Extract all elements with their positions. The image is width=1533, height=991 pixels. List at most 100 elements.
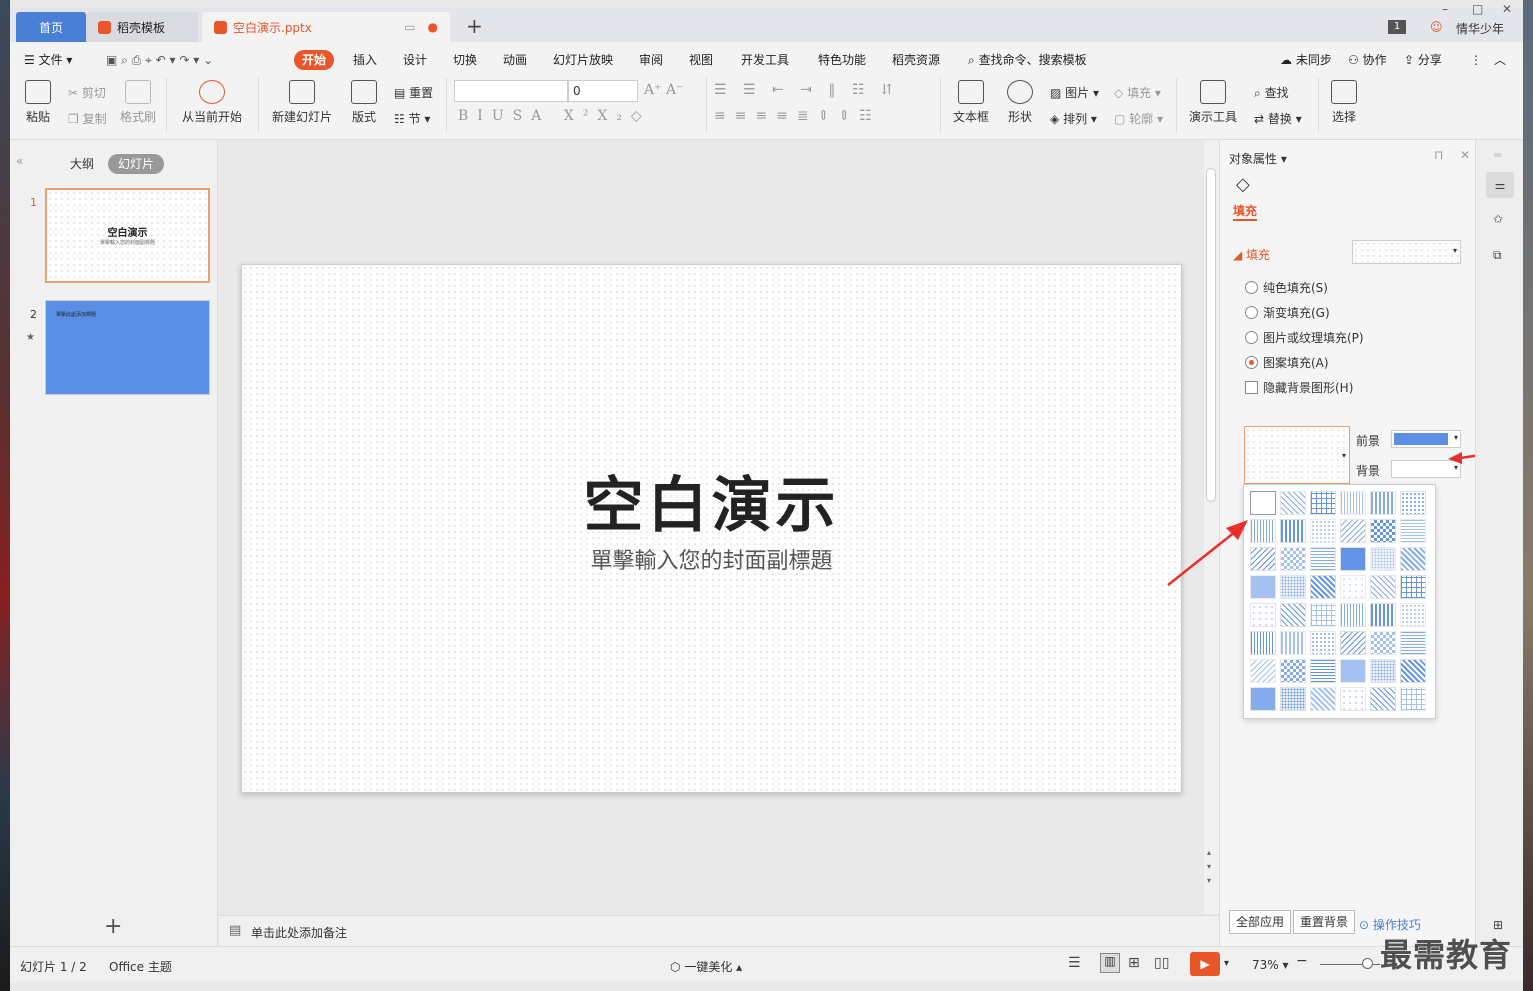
shape-button[interactable]: 形状 [1002,80,1038,125]
panel-title[interactable]: 对象属性 ▾ [1229,150,1287,167]
section-button[interactable]: ☷ 节 ▾ [394,110,430,127]
find-button[interactable]: ⌕ 查找 [1254,84,1289,101]
close-panel-icon[interactable]: ✕ [1460,148,1470,162]
pattern-swatch[interactable] [1250,687,1276,711]
scroll-arrows-icon[interactable]: ▴ ▾ ▾ [1207,846,1211,888]
window-count-badge[interactable]: 1 [1388,20,1406,34]
reset-bg-button[interactable]: 重置背景 [1293,910,1356,934]
command-search[interactable]: ⌕ 查找命令、搜索模板 [968,50,1087,70]
collapse-ribbon-icon[interactable]: ︿ [1494,50,1506,70]
text-format-icons[interactable]: BIUSA X²X₂◇ [458,108,651,124]
menu-transition[interactable]: 切换 [453,50,477,70]
present-tools-button[interactable]: 演示工具 [1184,80,1242,125]
arrange-button[interactable]: ◈ 排列 ▾ [1050,110,1097,127]
pattern-swatch[interactable] [1280,631,1306,655]
layout-button[interactable]: 版式 [346,80,382,125]
pattern-swatch[interactable] [1340,659,1366,683]
star-magic-icon[interactable]: ✩ [1493,212,1503,226]
cut-button[interactable]: ✂ 剪切 [68,84,106,101]
font-name-select[interactable] [454,80,568,102]
user-name[interactable]: 情华少年 [1456,20,1504,37]
menu-animation[interactable]: 动画 [503,50,527,70]
pattern-swatch[interactable] [1340,603,1366,627]
theme-name[interactable]: Office 主题 [109,958,172,975]
quick-access-icons[interactable]: ▣ ⌕ ⎙ ⌖ ↶ ▾ ↷ ▾ ⌄ [106,50,213,70]
tab-file[interactable]: 空白演示.pptx ▭ ● [202,12,450,42]
pattern-swatch[interactable] [1310,603,1336,627]
pattern-swatch[interactable] [1280,659,1306,683]
slide-thumbnail-2[interactable]: 單擊此處添加標題 [45,300,210,395]
menu-view[interactable]: 视图 [689,50,713,70]
menu-resources[interactable]: 稻壳资源 [892,50,940,70]
picture-button[interactable]: ▨ 图片 ▾ [1050,84,1099,101]
pattern-swatch[interactable] [1280,687,1306,711]
slide-title[interactable]: 空白演示 [242,457,1181,544]
zoom-slider-thumb[interactable] [1362,958,1373,969]
pattern-swatch[interactable] [1400,631,1426,655]
maximize-icon[interactable]: □ [1472,2,1483,16]
reset-button[interactable]: ▤ 重置 [394,84,433,101]
menu-features[interactable]: 特色功能 [818,50,866,70]
tab-fill[interactable]: 填充 [1233,202,1258,221]
paste-button[interactable]: 粘贴 [22,80,54,125]
pattern-swatch[interactable] [1310,631,1336,655]
new-slide-button[interactable]: 新建幻灯片 [266,80,338,125]
fill-section-header[interactable]: ◢ 填充 [1233,246,1270,263]
slide-thumbnail-1[interactable]: 空白演示 單擊輸入您的封面副標題 [45,188,210,283]
sync-button[interactable]: ☁ 未同步 [1280,50,1332,70]
pattern-swatch[interactable] [1400,687,1426,711]
select-button[interactable]: 选择 [1326,80,1362,125]
textbox-button[interactable]: 文本框 [948,80,994,125]
menu-start[interactable]: 开始 [294,50,335,70]
zoom-select[interactable]: 73% ▾ [1252,958,1289,972]
tab-outline[interactable]: 大纲 [60,154,104,174]
zoom-out-icon[interactable]: − [1296,953,1308,969]
pattern-swatch[interactable] [1250,631,1276,655]
new-tab-icon[interactable]: + [466,14,483,38]
tab-daoke[interactable]: 稻壳模板 [86,12,198,42]
gradient-fill-radio[interactable]: 渐变填充(G) [1245,304,1330,321]
lock-icon[interactable]: ⊓ [1434,148,1443,162]
font-grow-icon[interactable]: A⁺ A⁻ [644,82,683,98]
sorter-view-icon[interactable]: ⊞ [1128,955,1140,971]
pattern-swatch[interactable] [1310,687,1336,711]
beautify-button[interactable]: ⬡ 一键美化 ▴ [670,958,742,975]
menu-slideshow[interactable]: 幻灯片放映 [553,50,613,70]
monitor-icon[interactable]: ▭ [404,20,415,34]
pattern-fill-radio[interactable]: 图案填充(A) [1245,354,1329,371]
menu-file[interactable]: ☰ 文件 ▾ [24,50,72,70]
pattern-swatch[interactable] [1370,631,1396,655]
from-current-button[interactable]: 从当前开始 [176,80,248,125]
notes-toggle-icon[interactable]: ☰ [1068,955,1081,971]
picture-fill-radio[interactable]: 图片或纹理填充(P) [1245,329,1364,346]
pattern-swatch[interactable] [1280,603,1306,627]
tab-home[interactable]: 首页 [16,12,86,42]
slide-subtitle[interactable]: 單擊輸入您的封面副標題 [242,543,1181,575]
pattern-swatch[interactable] [1370,603,1396,627]
play-slideshow-icon[interactable]: ▶ [1190,952,1220,976]
pattern-swatch[interactable] [1370,687,1396,711]
minimize-icon[interactable]: – [1442,2,1448,16]
pattern-swatch[interactable] [1370,659,1396,683]
pattern-swatch[interactable] [1400,603,1426,627]
add-slide-icon[interactable]: + [104,914,122,939]
apply-all-button[interactable]: 全部应用 [1229,910,1292,934]
menu-review[interactable]: 审阅 [639,50,663,70]
fill-button[interactable]: ◇ 填充 ▾ [1114,84,1161,101]
list-icons[interactable]: ☰ ☰ ⇤ ⇥ ‖ ☷ ⇵ [714,82,899,98]
avatar-icon[interactable]: ☺ [1430,20,1443,34]
collab-button[interactable]: ⚇ 协作 [1348,50,1387,70]
replace-button[interactable]: ⇄ 替换 ▾ [1254,110,1302,127]
more-icon[interactable]: ⋮ [1470,50,1482,70]
pattern-swatch[interactable] [1400,659,1426,683]
notes-placeholder[interactable]: 单击此处添加备注 [251,924,347,941]
reading-view-icon[interactable]: ▯▯ [1154,955,1169,971]
pattern-swatch[interactable] [1310,659,1336,683]
menu-design[interactable]: 设计 [403,50,427,70]
fill-preview-select[interactable]: ▾ [1352,240,1461,264]
collapse-panel-icon[interactable]: « [16,154,23,168]
fill-bucket-icon[interactable]: ◇ [1236,174,1250,195]
share-button[interactable]: ⇪ 分享 [1404,50,1442,70]
align-icons[interactable]: ≡≡≡≡≣⇕⇕☷ [714,108,881,124]
font-size-select[interactable]: 0 [568,80,638,102]
